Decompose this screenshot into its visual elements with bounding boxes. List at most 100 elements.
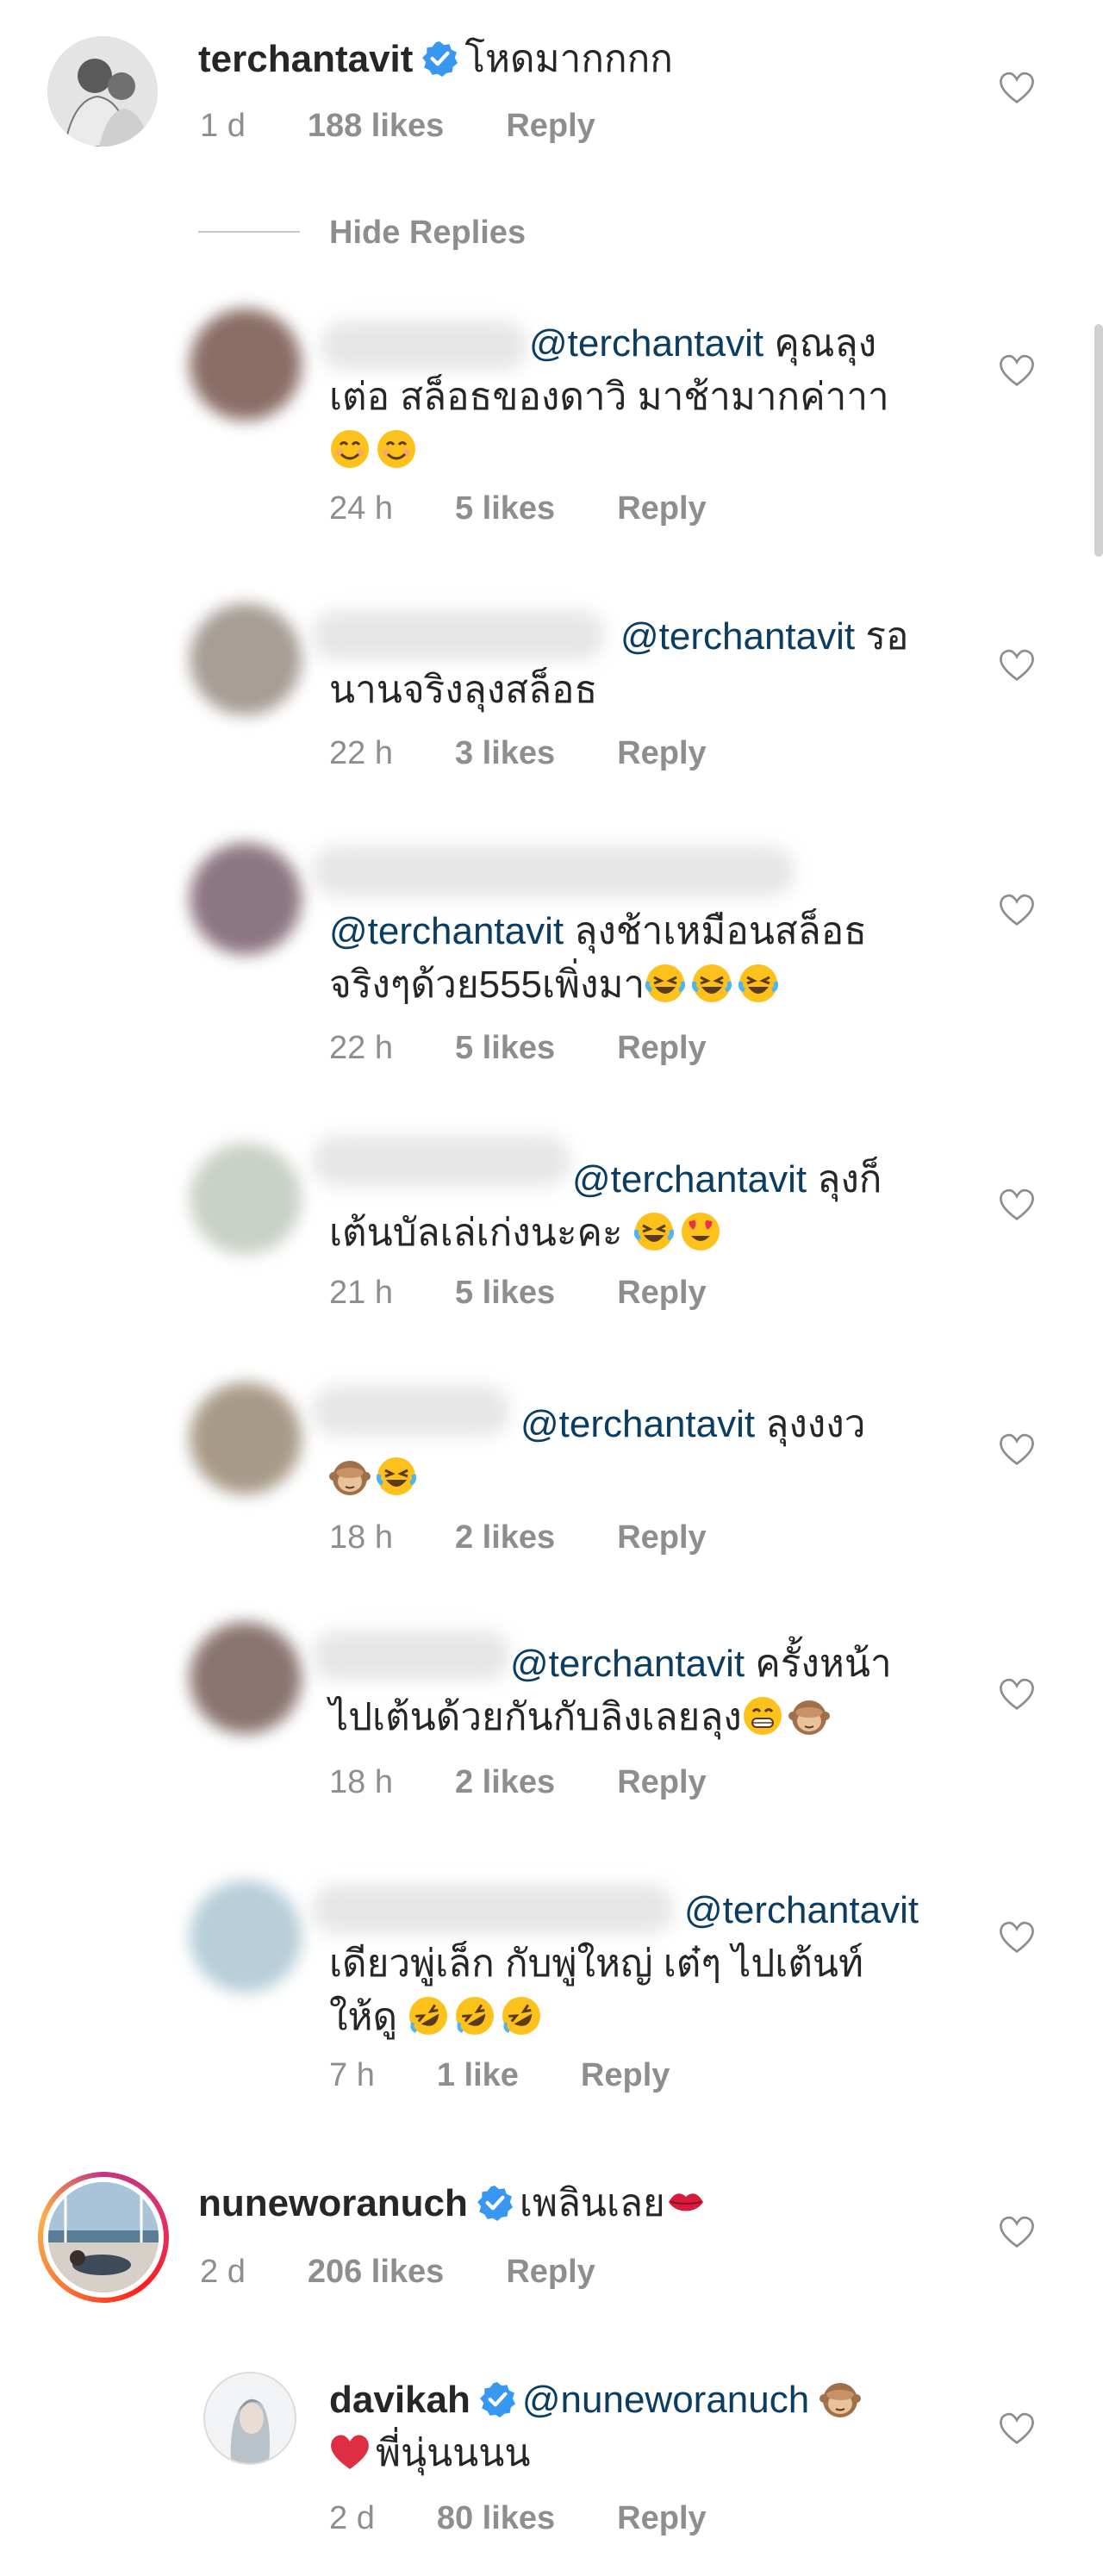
reply-button[interactable]: Reply (617, 2498, 706, 2539)
reply-button[interactable]: Reply (581, 2055, 670, 2096)
reply-button[interactable]: Reply (506, 105, 595, 147)
laugh-cry-emoji-icon (633, 1211, 675, 1252)
comment-meta: 21 h 5 likes Reply (329, 1272, 707, 1313)
reply-button[interactable]: Reply (617, 1272, 706, 1313)
heart-eyes-emoji-icon (680, 1211, 721, 1252)
reply-button[interactable]: Reply (617, 1027, 706, 1069)
heart-icon[interactable] (998, 71, 1036, 105)
see-no-evil-monkey-icon (819, 2378, 861, 2419)
mention-link[interactable]: @terchantavit (684, 1889, 919, 1931)
comment-body: เดียวพู่เล็ก กับพู่ใหญ่ เต๋ๆ ไปเต้นท์ (329, 1943, 863, 1985)
hide-replies-button[interactable]: Hide Replies (329, 212, 526, 253)
see-no-evil-monkey-icon (788, 1695, 830, 1737)
comment-text: nuneworanuch เพลินเลย (198, 2177, 712, 2230)
avatar-story-ring[interactable] (38, 2172, 169, 2303)
comment-body: ให้ดู (329, 1996, 398, 2038)
verified-badge-icon (479, 2381, 515, 2417)
mention-link[interactable]: @terchantavit (520, 1403, 755, 1445)
mention-link[interactable]: @terchantavit (510, 1643, 745, 1685)
comment-meta: 2 d 206 likes Reply (200, 2251, 595, 2292)
comment-text: @terchantavit ลุงงงว (329, 1398, 865, 1505)
heart-icon[interactable] (998, 353, 1036, 388)
comment-likes[interactable]: 2 likes (455, 1762, 555, 1803)
comment-text: @terchantavit ลุงช้าเหมือนสล็อธ จริงๆด้ว… (329, 905, 867, 1012)
comment-username[interactable]: terchantavit (198, 38, 413, 80)
avatar[interactable] (190, 843, 302, 955)
comment-likes[interactable]: 206 likes (308, 2251, 444, 2292)
comment-likes[interactable]: 5 likes (455, 488, 555, 529)
comment-body: ลุงก็ (817, 1158, 882, 1201)
comment-text: @terchantavit ครั้งหน้า ไปเต้นด้วยกันกับ… (329, 1637, 892, 1744)
comment-likes[interactable]: 188 likes (308, 105, 444, 147)
avatar[interactable] (190, 1382, 302, 1494)
comment-meta: 7 h 1 like Reply (329, 2055, 670, 2096)
avatar[interactable] (190, 603, 302, 715)
comment-likes[interactable]: 5 likes (455, 1272, 555, 1313)
comment-body: จริงๆด้วย555เพิ่งมา (329, 964, 645, 1006)
reply-button[interactable]: Reply (617, 733, 706, 774)
reply-button[interactable]: Reply (617, 488, 706, 529)
verified-badge-icon (421, 41, 458, 77)
avatar[interactable] (190, 1622, 302, 1734)
laugh-cry-emoji-icon (645, 963, 686, 1004)
comment-time: 18 h (329, 1519, 393, 1556)
comment-body: เพลินเลย (519, 2182, 665, 2224)
heart-icon[interactable] (998, 648, 1036, 683)
comment-text: terchantavit โหดมากกกก (198, 33, 673, 86)
rofl-emoji-icon (454, 1995, 495, 2036)
comment-body: เต่อ สล็อธของดาวิ มาช้ามากค่าาา (329, 376, 889, 418)
heart-icon[interactable] (998, 2411, 1036, 2446)
scrollbar-thumb[interactable] (1094, 324, 1103, 557)
comment-time: 24 h (329, 490, 393, 527)
comment-username[interactable]: nuneworanuch (198, 2182, 468, 2224)
comment-body: รอ (865, 615, 909, 658)
rofl-emoji-icon (501, 1995, 542, 2036)
comment-time: 1 d (200, 108, 246, 144)
comment-likes[interactable]: 3 likes (455, 733, 555, 774)
comment-likes[interactable]: 2 likes (455, 1517, 555, 1558)
mention-link[interactable]: @terchantavit (572, 1158, 807, 1201)
comment-meta: 2 d 80 likes Reply (329, 2498, 707, 2539)
laugh-cry-emoji-icon (691, 963, 732, 1004)
comment-likes[interactable]: 5 likes (455, 1027, 555, 1069)
comment-text: @terchantavit รอ นานจริงลุงสล็อธ (329, 610, 908, 717)
heart-icon[interactable] (998, 1432, 1036, 1467)
comment-body: เต้นบัลเล่เก่งนะคะ (329, 1212, 623, 1254)
heart-icon[interactable] (998, 893, 1036, 927)
reply-button[interactable]: Reply (617, 1762, 706, 1803)
heart-icon[interactable] (998, 1920, 1036, 1955)
comment-body: พี่นุ่นนนน (376, 2432, 531, 2474)
heart-icon[interactable] (998, 1677, 1036, 1712)
reply-button[interactable]: Reply (617, 1517, 706, 1558)
mention-link[interactable]: @terchantavit (620, 615, 855, 658)
comment-username[interactable]: davikah (329, 2379, 470, 2421)
comment-time: 2 d (329, 2500, 375, 2536)
laugh-cry-emoji-icon (376, 1456, 417, 1497)
comment-time: 22 h (329, 1030, 393, 1066)
avatar[interactable] (190, 1143, 302, 1255)
reply-button[interactable]: Reply (506, 2251, 595, 2292)
heart-icon[interactable] (998, 2215, 1036, 2249)
heart-icon[interactable] (998, 1188, 1036, 1222)
smile-emoji-icon (329, 428, 371, 470)
comment-body: คุณลุง (774, 322, 877, 365)
see-no-evil-monkey-icon (329, 1456, 371, 1497)
comment-time: 7 h (329, 2057, 375, 2093)
comment-text: @terchantavit ลุงก็ เต้นบัลเล่เก่งนะคะ (329, 1153, 882, 1260)
comment-meta: 22 h 3 likes Reply (329, 733, 707, 774)
comment-meta: 18 h 2 likes Reply (329, 1762, 707, 1803)
comment-meta: 24 h 5 likes Reply (329, 488, 707, 529)
mention-link[interactable]: @terchantavit (529, 322, 763, 365)
comment-body: ไปเต้นด้วยกันกับลิงเลยลุง (329, 1696, 742, 1738)
comment-likes[interactable]: 1 like (437, 2055, 519, 2096)
comment-meta: 1 d 188 likes Reply (200, 105, 595, 147)
smile-emoji-icon (376, 428, 417, 470)
comment-likes[interactable]: 80 likes (437, 2498, 555, 2539)
mention-link[interactable]: @nuneworanuch (522, 2379, 809, 2421)
avatar[interactable] (47, 36, 158, 147)
avatar[interactable] (203, 2372, 296, 2465)
avatar[interactable] (190, 1881, 302, 1993)
comment-time: 21 h (329, 1275, 393, 1311)
avatar[interactable] (190, 309, 302, 421)
mention-link[interactable]: @terchantavit (329, 910, 564, 952)
